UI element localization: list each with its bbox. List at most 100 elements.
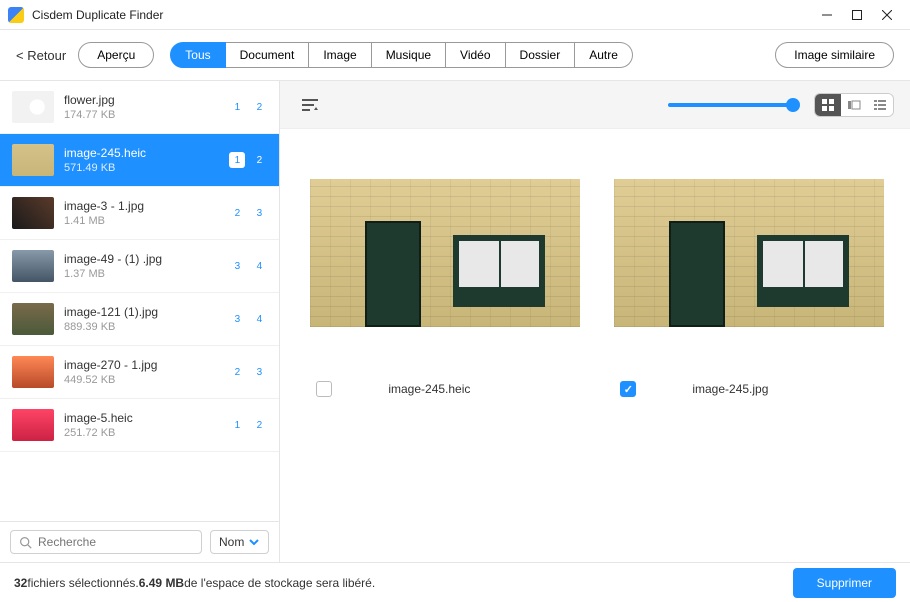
badge-total-count: 4 xyxy=(251,258,267,274)
preview-checkbox[interactable] xyxy=(316,381,332,397)
tab-vidéo[interactable]: Vidéo xyxy=(446,42,505,68)
tab-tous[interactable]: Tous xyxy=(170,42,225,68)
tab-dossier[interactable]: Dossier xyxy=(506,42,576,68)
tab-autre[interactable]: Autre xyxy=(575,42,633,68)
minimize-button[interactable] xyxy=(812,0,842,30)
preview-image[interactable] xyxy=(614,179,884,327)
file-name: image-5.heic xyxy=(64,411,219,425)
badge-total-count: 2 xyxy=(251,152,267,168)
file-info: image-121 (1).jpg 889.39 KB xyxy=(64,305,219,333)
file-info: image-3 - 1.jpg 1.41 MB xyxy=(64,199,219,227)
search-input[interactable] xyxy=(38,535,193,549)
badge-total-count: 3 xyxy=(251,205,267,221)
preview-button[interactable]: Aperçu xyxy=(78,42,154,68)
file-thumb xyxy=(12,197,54,229)
file-row[interactable]: image-3 - 1.jpg 1.41 MB 2 3 xyxy=(0,187,279,240)
preview-filename: image-245.heic xyxy=(388,382,470,396)
badge-selected-count: 1 xyxy=(229,99,245,115)
badge-total-count: 2 xyxy=(251,99,267,115)
file-badges: 1 2 xyxy=(229,99,267,115)
toolbar: < Retour Aperçu TousDocumentImageMusique… xyxy=(0,30,910,81)
app-title: Cisdem Duplicate Finder xyxy=(32,8,812,22)
file-info: image-5.heic 251.72 KB xyxy=(64,411,219,439)
content: flower.jpg 174.77 KB 1 2 image-245.heic … xyxy=(0,81,910,562)
tab-musique[interactable]: Musique xyxy=(372,42,446,68)
chevron-down-icon xyxy=(248,536,260,548)
file-thumb xyxy=(12,303,54,335)
sidebar: flower.jpg 174.77 KB 1 2 image-245.heic … xyxy=(0,81,280,562)
badge-total-count: 3 xyxy=(251,364,267,380)
file-size: 174.77 KB xyxy=(64,109,219,121)
main-toolbar xyxy=(280,81,910,129)
preview-area: image-245.heic image-245.jpg xyxy=(280,129,910,562)
file-size: 251.72 KB xyxy=(64,427,219,439)
delete-button[interactable]: Supprimer xyxy=(793,568,896,598)
file-badges: 2 3 xyxy=(229,205,267,221)
preview-image[interactable] xyxy=(310,179,580,327)
file-badges: 3 4 xyxy=(229,258,267,274)
file-name: flower.jpg xyxy=(64,93,219,107)
view-list-button[interactable] xyxy=(841,94,867,116)
view-toggle xyxy=(814,93,894,117)
file-thumb xyxy=(12,409,54,441)
app-icon xyxy=(8,7,24,23)
file-thumb xyxy=(12,250,54,282)
file-badges: 2 3 xyxy=(229,364,267,380)
file-row[interactable]: image-270 - 1.jpg 449.52 KB 2 3 xyxy=(0,346,279,399)
file-row[interactable]: flower.jpg 174.77 KB 1 2 xyxy=(0,81,279,134)
file-size: 1.37 MB xyxy=(64,268,219,280)
file-row[interactable]: image-5.heic 251.72 KB 1 2 xyxy=(0,399,279,452)
file-row[interactable]: image-245.heic 571.49 KB 1 2 xyxy=(0,134,279,187)
file-info: image-245.heic 571.49 KB xyxy=(64,146,219,174)
sort-filter-icon[interactable] xyxy=(300,95,320,115)
main-panel: image-245.heic image-245.jpg xyxy=(280,81,910,562)
file-info: flower.jpg 174.77 KB xyxy=(64,93,219,121)
statusbar: 32 fichiers sélectionnés. 6.49 MB de l'e… xyxy=(0,562,910,602)
file-list[interactable]: flower.jpg 174.77 KB 1 2 image-245.heic … xyxy=(0,81,279,521)
badge-total-count: 4 xyxy=(251,311,267,327)
titlebar: Cisdem Duplicate Finder xyxy=(0,0,910,30)
zoom-slider[interactable] xyxy=(668,103,798,107)
file-badges: 1 2 xyxy=(229,417,267,433)
file-row[interactable]: image-121 (1).jpg 889.39 KB 3 4 xyxy=(0,293,279,346)
file-size: 449.52 KB xyxy=(64,374,219,386)
similar-image-button[interactable]: Image similaire xyxy=(775,42,894,68)
file-size: 889.39 KB xyxy=(64,321,219,333)
preview-item: image-245.heic xyxy=(310,179,580,542)
maximize-button[interactable] xyxy=(842,0,872,30)
preview-item: image-245.jpg xyxy=(614,179,884,542)
file-name: image-270 - 1.jpg xyxy=(64,358,219,372)
freed-size: 6.49 MB xyxy=(139,576,184,590)
file-row[interactable]: image-49 - (1) .jpg 1.37 MB 3 4 xyxy=(0,240,279,293)
file-thumb xyxy=(12,356,54,388)
file-badges: 3 4 xyxy=(229,311,267,327)
file-info: image-270 - 1.jpg 449.52 KB xyxy=(64,358,219,386)
view-grid-button[interactable] xyxy=(815,94,841,116)
selected-count: 32 xyxy=(14,576,27,590)
file-badges: 1 2 xyxy=(229,152,267,168)
preview-filename: image-245.jpg xyxy=(692,382,768,396)
search-icon xyxy=(19,536,32,549)
file-thumb xyxy=(12,91,54,123)
sort-select[interactable]: Nom xyxy=(210,530,269,554)
sidebar-bottom: Nom xyxy=(0,521,279,562)
close-button[interactable] xyxy=(872,0,902,30)
file-name: image-121 (1).jpg xyxy=(64,305,219,319)
category-tabs: TousDocumentImageMusiqueVidéoDossierAutr… xyxy=(170,42,633,68)
badge-total-count: 2 xyxy=(251,417,267,433)
search-box[interactable] xyxy=(10,530,202,554)
preview-checkbox[interactable] xyxy=(620,381,636,397)
badge-selected-count: 1 xyxy=(229,417,245,433)
file-thumb xyxy=(12,144,54,176)
file-name: image-245.heic xyxy=(64,146,219,160)
tab-document[interactable]: Document xyxy=(226,42,310,68)
file-size: 1.41 MB xyxy=(64,215,219,227)
file-size: 571.49 KB xyxy=(64,162,219,174)
status-text-1: fichiers sélectionnés. xyxy=(27,576,138,590)
sort-label: Nom xyxy=(219,535,244,549)
badge-selected-count: 1 xyxy=(229,152,245,168)
tab-image[interactable]: Image xyxy=(309,42,371,68)
view-detail-button[interactable] xyxy=(867,94,893,116)
back-button[interactable]: < Retour xyxy=(16,48,66,63)
badge-selected-count: 2 xyxy=(229,364,245,380)
